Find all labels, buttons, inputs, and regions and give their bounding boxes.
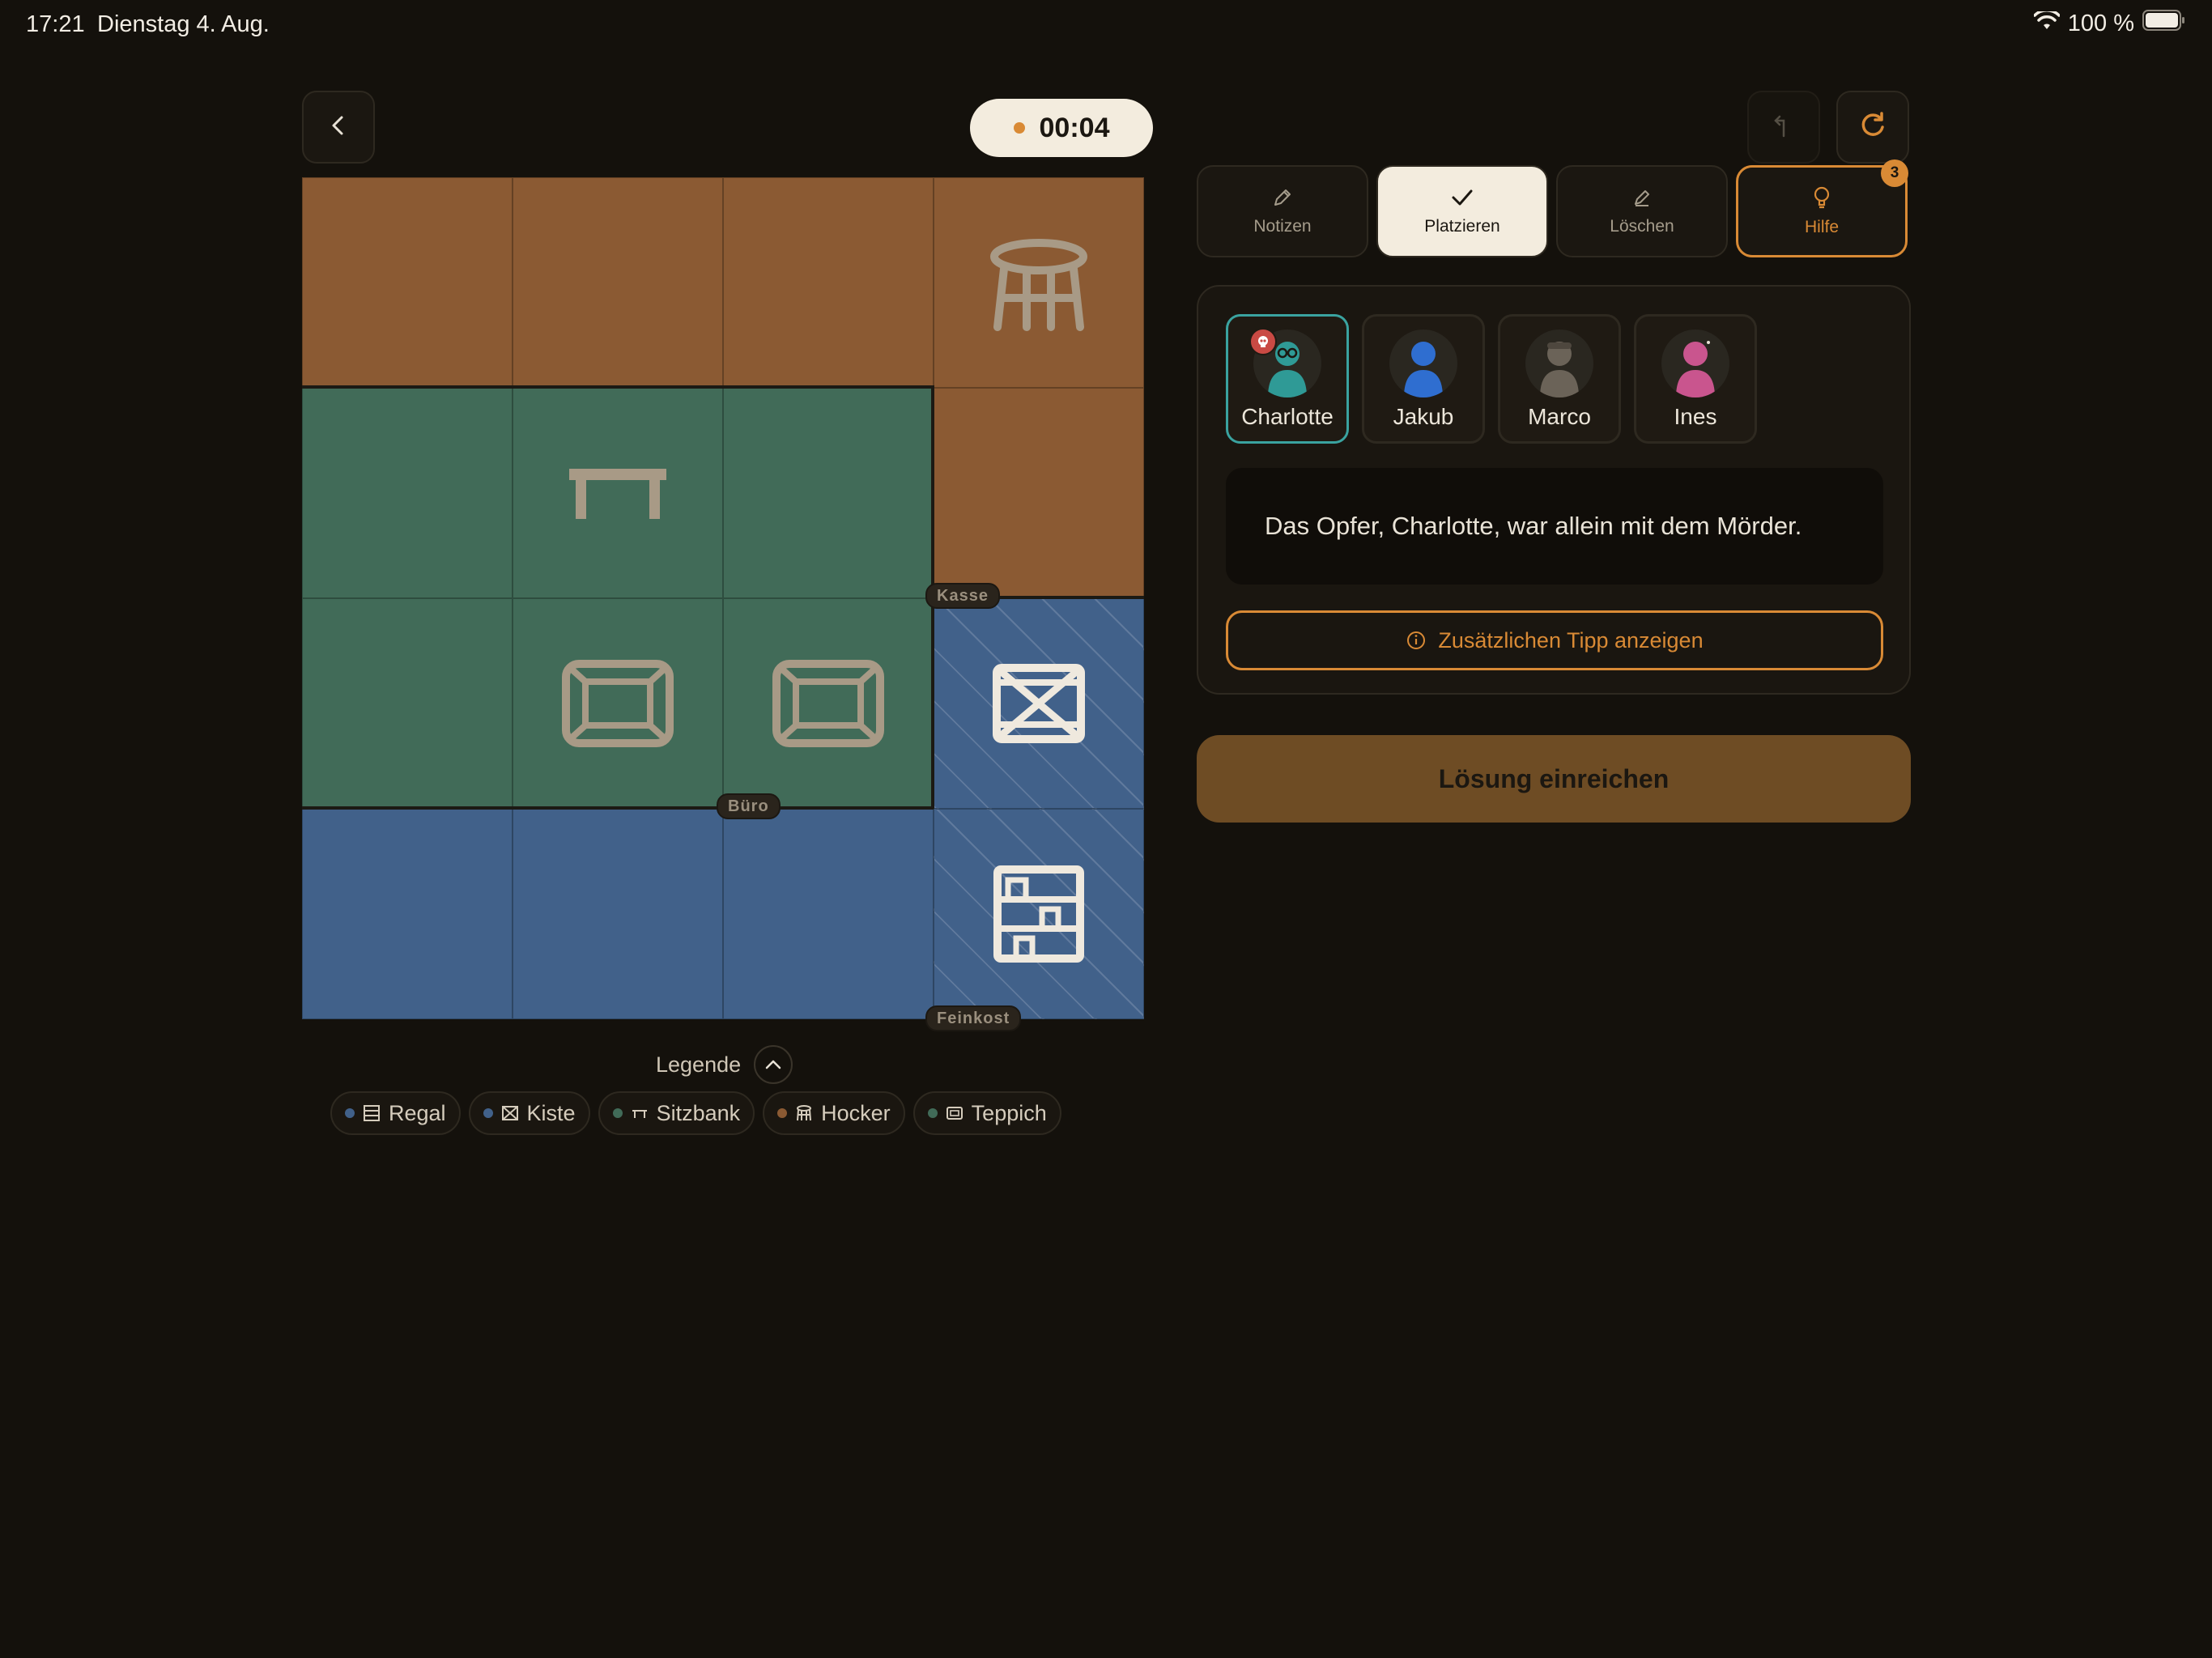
undo-icon [1772, 112, 1796, 143]
tab-label: Notizen [1253, 217, 1312, 236]
grid-cell[interactable] [513, 809, 723, 1019]
tab-label: Löschen [1610, 217, 1674, 236]
hint-count-badge: 3 [1881, 159, 1908, 187]
grid-cell[interactable] [723, 388, 934, 598]
tool-tabs: Notizen Platzieren Löschen Hilfe 3 [1197, 159, 1908, 257]
suspect-list: Charlotte Jakub Marco Ines [1226, 314, 1757, 444]
status-time: 17:21 [26, 11, 85, 37]
submit-solution-button[interactable]: Lösung einreichen [1197, 735, 1911, 823]
puzzle-grid: Kasse Büro Feinkost [302, 177, 1144, 1031]
stool-icon [797, 1105, 812, 1121]
legend-dot [612, 1108, 623, 1118]
grid-cell[interactable] [302, 598, 513, 809]
grid-cell[interactable] [302, 388, 513, 598]
legend-label: Kiste [526, 1100, 576, 1125]
undo-button[interactable] [1747, 91, 1820, 164]
chevron-up-icon [765, 1060, 781, 1069]
person-name: Jakub [1393, 404, 1454, 429]
tab-platzieren[interactable]: Platzieren [1376, 165, 1548, 257]
skull-icon [1249, 328, 1277, 355]
shelf-icon [934, 809, 1144, 1019]
back-button[interactable] [302, 91, 375, 164]
rug-icon [513, 598, 723, 809]
timer-value: 00:04 [1039, 112, 1110, 143]
clue-text: Das Opfer, Charlotte, war allein mit dem… [1226, 468, 1883, 585]
person-jakub[interactable]: Jakub [1362, 314, 1485, 444]
tab-hilfe[interactable]: Hilfe 3 [1736, 159, 1908, 257]
legend-label: Teppich [971, 1100, 1047, 1125]
person-name: Charlotte [1241, 404, 1334, 429]
grid-cell[interactable] [302, 177, 513, 388]
legend-chip-sitzbank[interactable]: Sitzbank [598, 1091, 755, 1135]
legend-header: Legende [656, 1045, 793, 1084]
tab-loeschen[interactable]: Löschen [1556, 165, 1728, 257]
room-label-feinkost: Feinkost [925, 1005, 1022, 1031]
person-charlotte[interactable]: Charlotte [1226, 314, 1349, 444]
legend-chip-kiste[interactable]: Kiste [468, 1091, 590, 1135]
shelf-icon [364, 1105, 380, 1121]
person-marco[interactable]: Marco [1498, 314, 1621, 444]
legend-chip-teppich[interactable]: Teppich [912, 1091, 1061, 1135]
battery-text: 100 % [2067, 10, 2134, 36]
show-tip-button[interactable]: Zusätzlichen Tipp anzeigen [1226, 610, 1883, 670]
room-label-kasse: Kasse [925, 583, 1000, 609]
grid-cell[interactable] [302, 809, 513, 1019]
timer-dot [1013, 122, 1025, 134]
rug-icon [946, 1107, 963, 1120]
reset-button[interactable] [1836, 91, 1909, 164]
info-icon [1407, 631, 1426, 649]
legend-dot [777, 1108, 788, 1118]
wifi-icon [2033, 8, 2061, 37]
legend-title: Legende [656, 1052, 742, 1077]
stool-icon [934, 177, 1144, 388]
lightbulb-icon [1814, 186, 1830, 209]
bench-icon [632, 1110, 647, 1118]
person-name: Ines [1674, 404, 1717, 429]
legend-dot [345, 1108, 355, 1118]
crate-icon [934, 598, 1144, 809]
avatar [1661, 329, 1729, 397]
legend-chips: Regal Kiste Sitzbank Hocker Teppich [330, 1091, 1061, 1135]
check-icon [1452, 189, 1473, 206]
timer: 00:04 [970, 99, 1153, 157]
battery-icon [2142, 10, 2186, 37]
bench-icon [513, 388, 723, 598]
pencil-icon [1274, 189, 1291, 206]
tab-label: Platzieren [1424, 217, 1500, 236]
chevron-left-icon [326, 113, 351, 142]
eraser-icon [1635, 190, 1649, 206]
person-ines[interactable]: Ines [1634, 314, 1757, 444]
tab-notizen[interactable]: Notizen [1197, 165, 1368, 257]
avatar [1525, 329, 1593, 397]
grid-cell[interactable] [723, 809, 934, 1019]
person-name: Marco [1528, 404, 1591, 429]
room-label-buero: Büro [717, 793, 781, 819]
rug-icon [723, 598, 934, 809]
legend-dot [483, 1108, 493, 1118]
legend-label: Sitzbank [656, 1100, 741, 1125]
refresh-icon [1857, 110, 1888, 145]
tab-label: Hilfe [1804, 218, 1839, 236]
status-date: Dienstag 4. Aug. [97, 11, 270, 37]
tip-button-label: Zusätzlichen Tipp anzeigen [1438, 627, 1704, 653]
legend-toggle-button[interactable] [754, 1045, 793, 1084]
suspects-panel: Charlotte Jakub Marco Ines Das Opfer, Ch… [1197, 285, 1911, 695]
status-right: 100 % [2033, 8, 2186, 37]
legend-label: Regal [389, 1100, 446, 1125]
grid-cell[interactable] [934, 388, 1144, 598]
legend-label: Hocker [821, 1100, 891, 1125]
legend-dot [927, 1108, 938, 1118]
crate-icon [501, 1106, 518, 1120]
grid-cell[interactable] [723, 177, 934, 388]
grid-cell[interactable] [513, 177, 723, 388]
avatar [1389, 329, 1457, 397]
legend-chip-regal[interactable]: Regal [330, 1091, 461, 1135]
legend-chip-hocker[interactable]: Hocker [763, 1091, 905, 1135]
